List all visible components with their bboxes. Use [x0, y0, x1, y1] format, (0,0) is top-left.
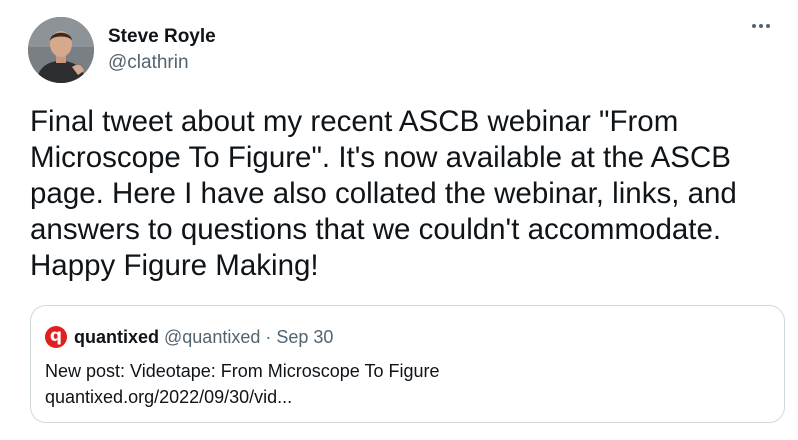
more-options-icon[interactable]	[750, 20, 772, 32]
author-display-name[interactable]: Steve Royle	[108, 25, 216, 49]
avatar[interactable]	[28, 17, 94, 83]
more-dot	[759, 24, 763, 28]
quoted-tweet-card[interactable]: q quantixed @quantixed · Sep 30 New post…	[30, 305, 785, 423]
avatar-photo	[28, 17, 94, 83]
author-handle[interactable]: @clathrin	[108, 51, 216, 75]
quoted-handle[interactable]: @quantixed	[164, 326, 260, 348]
quoted-tweet-header: q quantixed @quantixed · Sep 30	[45, 326, 333, 348]
author-names: Steve Royle @clathrin	[108, 25, 216, 75]
quoted-date[interactable]: Sep 30	[276, 326, 333, 348]
quoted-text: New post: Videotape: From Microscope To …	[45, 361, 440, 381]
tweet-header: Steve Royle @clathrin	[28, 17, 216, 83]
tweet-text: Final tweet about my recent ASCB webinar…	[30, 105, 737, 282]
more-dot	[752, 24, 756, 28]
quoted-link[interactable]: quantixed.org/2022/09/30/vid...	[45, 385, 292, 409]
more-dot	[766, 24, 770, 28]
quantixed-logo-letter: q	[49, 326, 63, 346]
tweet-card: Steve Royle @clathrin Final tweet about …	[0, 0, 798, 440]
quantixed-logo-icon: q	[45, 326, 67, 348]
quoted-separator: ·	[265, 327, 272, 347]
quoted-display-name[interactable]: quantixed	[74, 326, 159, 348]
